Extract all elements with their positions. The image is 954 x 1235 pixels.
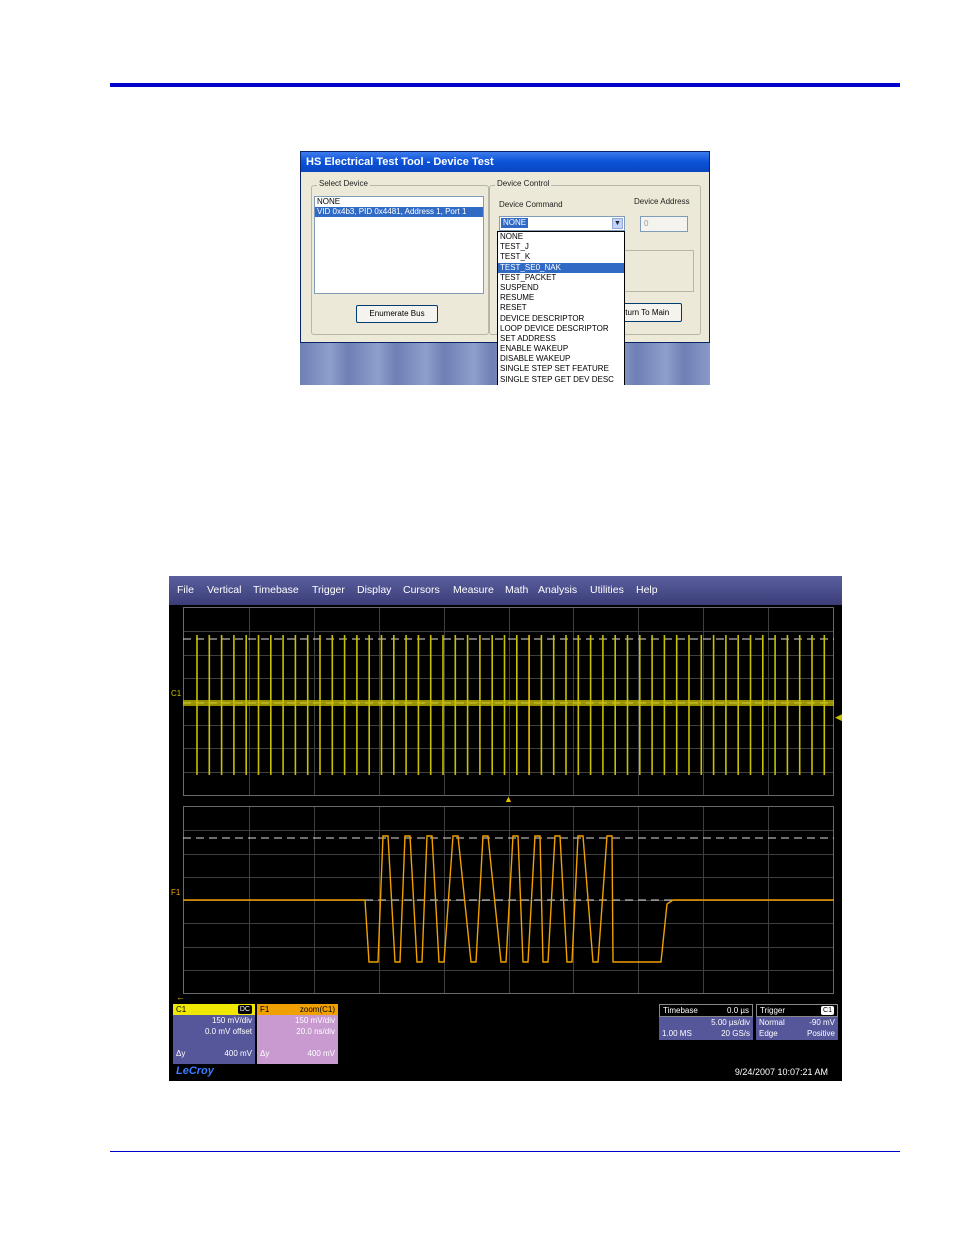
- menu-utilities[interactable]: Utilities: [590, 584, 624, 596]
- arrow-left-icon: ←: [176, 992, 185, 1002]
- dropdown-item[interactable]: TEST_K: [498, 252, 624, 262]
- footer-rule: [110, 1151, 900, 1152]
- timebase-header: Timebase 0.0 µs: [659, 1004, 753, 1017]
- timebase-descriptor[interactable]: Timebase 0.0 µs 5.00 µs/div 1.00 MS 20 G…: [659, 1004, 753, 1040]
- timebase-tdiv: 5.00 µs/div: [711, 1018, 750, 1027]
- dropdown-item[interactable]: NONE: [498, 232, 624, 242]
- select-device-group: Select Device NONE VID 0x4b3, PID 0x4481…: [311, 179, 489, 335]
- c1-dy-label: Δy: [176, 1049, 186, 1058]
- timebase-rate: 20 GS/s: [721, 1029, 750, 1038]
- trigger-label: Trigger: [760, 1006, 786, 1015]
- dropdown-item[interactable]: ENABLE WAKEUP: [498, 344, 624, 354]
- trigger-type-row: Edge Positive: [756, 1028, 838, 1039]
- f1-descriptor[interactable]: F1 zoom(C1) 150 mV/div 20.0 ns/div Δy 40…: [257, 1004, 338, 1064]
- menu-display[interactable]: Display: [357, 584, 391, 596]
- trigger-mode: Normal: [759, 1018, 785, 1027]
- dropdown-item[interactable]: SINGLE STEP GET DEV DESC: [498, 375, 624, 385]
- menu-file[interactable]: File: [177, 584, 194, 596]
- device-command-dropdown[interactable]: NONE TEST_J TEST_K TEST_SE0_NAK TEST_PAC…: [497, 231, 625, 385]
- trigger-type: Edge: [759, 1029, 778, 1038]
- device-list-item[interactable]: NONE: [315, 197, 483, 207]
- device-test-screenshot: HS Electrical Test Tool - Device Test Se…: [300, 151, 710, 385]
- dropdown-item[interactable]: DISABLE WAKEUP: [498, 354, 624, 364]
- f1-descriptor-header: F1 zoom(C1): [257, 1004, 338, 1015]
- window-title: HS Electrical Test Tool - Device Test: [301, 152, 709, 172]
- device-command-value: NONE: [501, 218, 529, 228]
- timestamp: 9/24/2007 10:07:21 AM: [734, 1067, 828, 1077]
- c1-baseline: [183, 700, 834, 706]
- f1-tdiv: 20.0 ns/div: [296, 1027, 335, 1036]
- device-list[interactable]: NONE VID 0x4b3, PID 0x4481, Address 1, P…: [314, 196, 484, 294]
- device-address-value: 0: [644, 219, 649, 228]
- dropdown-item[interactable]: TEST_J: [498, 242, 624, 252]
- device-list-item-selected[interactable]: VID 0x4b3, PID 0x4481, Address 1, Port 1: [315, 207, 483, 217]
- dropdown-item[interactable]: DEVICE DESCRIPTOR: [498, 314, 624, 324]
- trigger-slope: Positive: [806, 1029, 835, 1038]
- c1-coupling-badge: DC: [237, 1005, 252, 1014]
- f1-dy: 400 mV: [307, 1049, 335, 1058]
- c1-vdiv: 150 mV/div: [211, 1016, 252, 1025]
- dropdown-item-highlighted[interactable]: TEST_SE0_NAK: [498, 262, 624, 273]
- device-control-label: Device Control: [495, 179, 552, 188]
- dropdown-item[interactable]: SINGLE STEP SET FEATURE: [498, 364, 624, 374]
- menu-measure[interactable]: Measure: [453, 584, 494, 596]
- c1-offset: 0.0 mV offset: [205, 1027, 252, 1036]
- enumerate-bus-button[interactable]: Enumerate Bus: [356, 305, 438, 323]
- menu-math[interactable]: Math: [505, 584, 528, 596]
- dropdown-item[interactable]: RESET: [498, 303, 624, 313]
- c1-dy-row: Δy 400 mV: [173, 1048, 255, 1059]
- device-address-label: Device Address: [634, 197, 690, 206]
- f1-source: zoom(C1): [299, 1005, 335, 1014]
- menu-help[interactable]: Help: [636, 584, 658, 596]
- f1-vdiv: 150 mV/div: [294, 1016, 335, 1025]
- menu-analysis[interactable]: Analysis: [538, 584, 577, 596]
- dropdown-item[interactable]: SET ADDRESS: [498, 334, 624, 344]
- f1-waveform: [183, 835, 834, 963]
- device-address-field[interactable]: 0: [640, 216, 688, 232]
- dropdown-item[interactable]: SUSPEND: [498, 283, 624, 293]
- c1-descriptor[interactable]: C1 DC 150 mV/div 0.0 mV offset Δy 400 mV: [173, 1004, 255, 1064]
- trigger-header: Trigger C1: [756, 1004, 838, 1017]
- trigger-descriptor[interactable]: Trigger C1 Normal -90 mV Edge Positive: [756, 1004, 838, 1040]
- timebase-sample-row: 1.00 MS 20 GS/s: [659, 1028, 753, 1039]
- device-command-combo[interactable]: NONE ▼: [499, 216, 625, 231]
- c1-trace: [183, 635, 834, 775]
- c1-descriptor-header: C1 DC: [173, 1004, 255, 1015]
- f1-name: F1: [260, 1005, 270, 1014]
- header-rule: [110, 83, 900, 87]
- menu-vertical[interactable]: Vertical: [207, 584, 241, 596]
- menu-cursors[interactable]: Cursors: [403, 584, 440, 596]
- c1-name: C1: [176, 1005, 187, 1014]
- timebase-label: Timebase: [663, 1006, 698, 1015]
- oscilloscope-screenshot: File Vertical Timebase Trigger Display C…: [169, 576, 842, 1081]
- dropdown-item[interactable]: RESUME: [498, 293, 624, 303]
- scope-menubar: File Vertical Timebase Trigger Display C…: [169, 576, 842, 605]
- dropdown-item[interactable]: TEST_PACKET: [498, 273, 624, 283]
- timebase-delay: 0.0 µs: [727, 1006, 749, 1015]
- trigger-mode-row: Normal -90 mV: [756, 1017, 838, 1028]
- menu-trigger[interactable]: Trigger: [312, 584, 345, 596]
- trigger-position-marker-icon: ▲: [504, 794, 513, 804]
- timebase-samples: 1.00 MS: [662, 1029, 692, 1038]
- menu-timebase[interactable]: Timebase: [253, 584, 299, 596]
- f1-dy-row: Δy 400 mV: [257, 1048, 338, 1059]
- trigger-level: -90 mV: [809, 1018, 835, 1027]
- chevron-down-icon[interactable]: ▼: [612, 218, 623, 229]
- f1-trace-label: F1: [171, 888, 181, 897]
- f1-trace: [183, 835, 834, 963]
- lecroy-logo: LeCroy: [176, 1065, 214, 1077]
- device-command-label: Device Command: [499, 200, 563, 209]
- f1-dy-label: Δy: [260, 1049, 270, 1058]
- trigger-source-badge: C1: [821, 1006, 834, 1015]
- dropdown-item[interactable]: LOOP DEVICE DESCRIPTOR: [498, 324, 624, 334]
- trigger-level-marker-icon: ◀: [835, 712, 842, 722]
- c1-dy: 400 mV: [224, 1049, 252, 1058]
- select-device-label: Select Device: [317, 179, 370, 188]
- c1-trace-label: C1: [171, 689, 182, 698]
